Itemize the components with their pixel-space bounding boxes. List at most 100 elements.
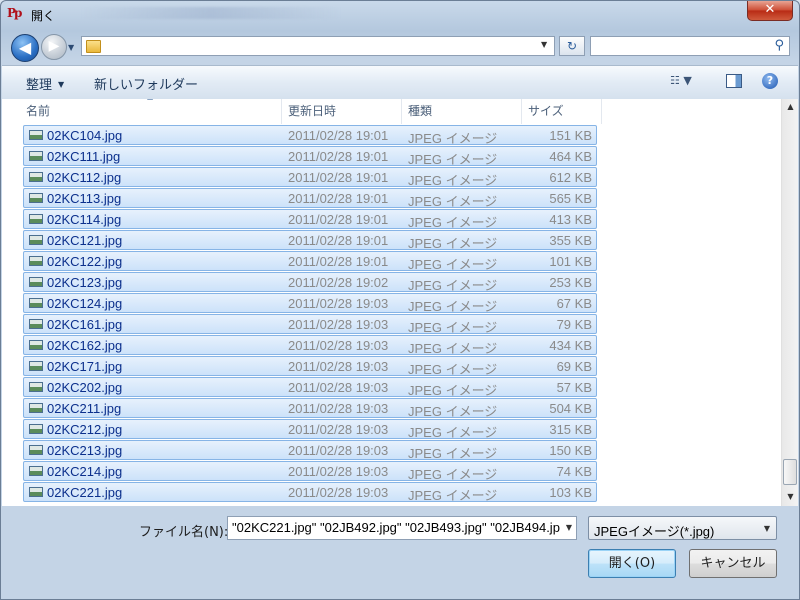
file-size: 57 KB: [556, 380, 592, 395]
file-row[interactable]: 02KC162.jpg 2011/02/28 19:03 JPEG イメージ 434 …: [23, 335, 597, 356]
file-size: 103 KB: [549, 485, 592, 500]
file-name: 02KC104.jpg: [47, 128, 123, 143]
help-icon[interactable]: ?: [762, 73, 778, 89]
scroll-down-icon[interactable]: ▼: [782, 489, 798, 505]
file-size: 67 KB: [556, 296, 592, 311]
file-row[interactable]: 02KC211.jpg 2011/02/28 19:03 JPEG イメージ 504 …: [23, 398, 597, 419]
open-file-dialog: Pp 開く ✕ ◀ ▶ ▼ ▼ ↻ ⚲ 整理 ▼ 新しいフォルダー ☷ ▼ ? ▲…: [0, 0, 800, 600]
file-type: JPEG イメージ: [408, 299, 498, 314]
jpeg-image-icon: [29, 193, 43, 203]
file-row[interactable]: 02KC202.jpg 2011/02/28 19:03 JPEG イメージ 57 K…: [23, 377, 597, 398]
address-dropdown-icon[interactable]: ▼: [541, 40, 547, 49]
command-toolbar: 整理 ▼ 新しいフォルダー ☷ ▼ ?: [2, 65, 798, 100]
file-type: JPEG イメージ: [408, 320, 498, 335]
jpeg-image-icon: [29, 403, 43, 413]
jpeg-image-icon: [29, 382, 43, 392]
file-size: 315 KB: [549, 422, 592, 437]
file-size: 413 KB: [549, 212, 592, 227]
file-row[interactable]: 02KC213.jpg 2011/02/28 19:03 JPEG イメージ 150 …: [23, 440, 597, 461]
file-row[interactable]: 02KC221.jpg 2011/02/28 19:03 JPEG イメージ 103 …: [23, 482, 597, 503]
vertical-scrollbar[interactable]: ▲ ▼: [781, 99, 798, 506]
scroll-up-icon[interactable]: ▲: [782, 99, 798, 115]
file-date: 2011/02/28 19:03: [288, 338, 389, 353]
file-date: 2011/02/28 19:03: [288, 317, 389, 332]
open-button[interactable]: 開く(O): [588, 549, 676, 578]
file-row[interactable]: 02KC114.jpg 2011/02/28 19:01 JPEG イメージ 413 …: [23, 209, 597, 230]
file-name: 02KC161.jpg: [47, 317, 123, 332]
preview-pane-icon[interactable]: [726, 74, 742, 88]
filename-dropdown-icon[interactable]: ▼: [566, 523, 572, 532]
file-size: 150 KB: [549, 443, 592, 458]
jpeg-image-icon: [29, 298, 43, 308]
forward-arrow-icon[interactable]: ▶: [41, 34, 67, 60]
organize-menu[interactable]: 整理 ▼: [26, 74, 64, 93]
column-header-name[interactable]: 名前: [20, 99, 282, 124]
folder-icon: [86, 40, 101, 53]
file-date: 2011/02/28 19:03: [288, 443, 389, 458]
window-title: 開く: [31, 9, 56, 23]
title-blurred-area: [81, 7, 341, 19]
cancel-button[interactable]: キャンセル: [689, 549, 777, 578]
file-row[interactable]: 02KC212.jpg 2011/02/28 19:03 JPEG イメージ 315 …: [23, 419, 597, 440]
new-folder-button[interactable]: 新しいフォルダー: [94, 74, 198, 93]
file-size: 612 KB: [549, 170, 592, 185]
file-type: JPEG イメージ: [408, 215, 498, 230]
file-name: 02KC123.jpg: [47, 275, 123, 290]
file-type: JPEG イメージ: [408, 446, 498, 461]
file-row[interactable]: 02KC112.jpg 2011/02/28 19:01 JPEG イメージ 612 …: [23, 167, 597, 188]
file-date: 2011/02/28 19:01: [288, 149, 389, 164]
jpeg-image-icon: [29, 130, 43, 140]
file-date: 2011/02/28 19:03: [288, 380, 389, 395]
jpeg-image-icon: [29, 424, 43, 434]
file-type: JPEG イメージ: [408, 278, 498, 293]
filename-field[interactable]: "02KC221.jpg" "02JB492.jpg" "02JB493.jpg…: [227, 516, 577, 540]
file-row[interactable]: 02KC104.jpg 2011/02/28 19:01 JPEG イメージ 151 …: [23, 125, 597, 146]
chevron-down-icon: ▼: [763, 524, 770, 533]
file-type: JPEG イメージ: [408, 257, 498, 272]
jpeg-image-icon: [29, 487, 43, 497]
jpeg-image-icon: [29, 361, 43, 371]
column-header-size[interactable]: サイズ: [522, 99, 602, 124]
column-header-row: ▲ 名前 更新日時 種類 サイズ: [2, 99, 602, 125]
search-input[interactable]: [595, 38, 769, 56]
refresh-icon[interactable]: ↻: [559, 36, 585, 56]
file-row[interactable]: 02KC161.jpg 2011/02/28 19:03 JPEG イメージ 79 K…: [23, 314, 597, 335]
close-button[interactable]: ✕: [747, 1, 793, 21]
file-row[interactable]: 02KC111.jpg 2011/02/28 19:01 JPEG イメージ 464 …: [23, 146, 597, 167]
file-row[interactable]: 02KC171.jpg 2011/02/28 19:03 JPEG イメージ 69 K…: [23, 356, 597, 377]
file-row[interactable]: 02KC214.jpg 2011/02/28 19:03 JPEG イメージ 74 K…: [23, 461, 597, 482]
file-type: JPEG イメージ: [408, 173, 498, 188]
search-box[interactable]: ⚲: [590, 36, 790, 56]
file-date: 2011/02/28 19:01: [288, 233, 389, 248]
file-list-pane: ▲ 名前 更新日時 種類 サイズ 02KC104.jpg 2011/02/28 1…: [2, 99, 798, 506]
file-row[interactable]: 02KC121.jpg 2011/02/28 19:01 JPEG イメージ 355 …: [23, 230, 597, 251]
column-header-type[interactable]: 種類: [402, 99, 522, 124]
file-row[interactable]: 02KC123.jpg 2011/02/28 19:02 JPEG イメージ 253 …: [23, 272, 597, 293]
scroll-thumb[interactable]: [783, 459, 797, 485]
organize-label: 整理: [26, 78, 53, 93]
column-header-date[interactable]: 更新日時: [282, 99, 402, 124]
file-date: 2011/02/28 19:01: [288, 170, 389, 185]
jpeg-image-icon: [29, 256, 43, 266]
recent-pages-dropdown-icon[interactable]: ▼: [68, 43, 74, 52]
jpeg-image-icon: [29, 235, 43, 245]
view-options-icon[interactable]: ☷ ▼: [670, 74, 708, 90]
file-type-select[interactable]: JPEGイメージ(*.jpg) ▼: [588, 516, 777, 540]
file-size: 504 KB: [549, 401, 592, 416]
file-name: 02KC171.jpg: [47, 359, 123, 374]
file-row[interactable]: 02KC122.jpg 2011/02/28 19:01 JPEG イメージ 101 …: [23, 251, 597, 272]
file-date: 2011/02/28 19:01: [288, 254, 389, 269]
file-type: JPEG イメージ: [408, 488, 498, 503]
file-size: 79 KB: [556, 317, 592, 332]
back-arrow-icon[interactable]: ◀: [11, 34, 39, 62]
file-row[interactable]: 02KC124.jpg 2011/02/28 19:03 JPEG イメージ 67 K…: [23, 293, 597, 314]
address-bar[interactable]: [81, 36, 555, 56]
filename-label: ファイル名(N):: [139, 525, 229, 540]
file-date: 2011/02/28 19:03: [288, 422, 389, 437]
title-bar: Pp 開く ✕: [1, 1, 799, 27]
file-name: 02KC113.jpg: [47, 191, 122, 206]
file-row[interactable]: 02KC113.jpg 2011/02/28 19:01 JPEG イメージ 565 …: [23, 188, 597, 209]
file-date: 2011/02/28 19:03: [288, 401, 389, 416]
search-icon[interactable]: ⚲: [774, 38, 784, 53]
file-size: 69 KB: [556, 359, 592, 374]
